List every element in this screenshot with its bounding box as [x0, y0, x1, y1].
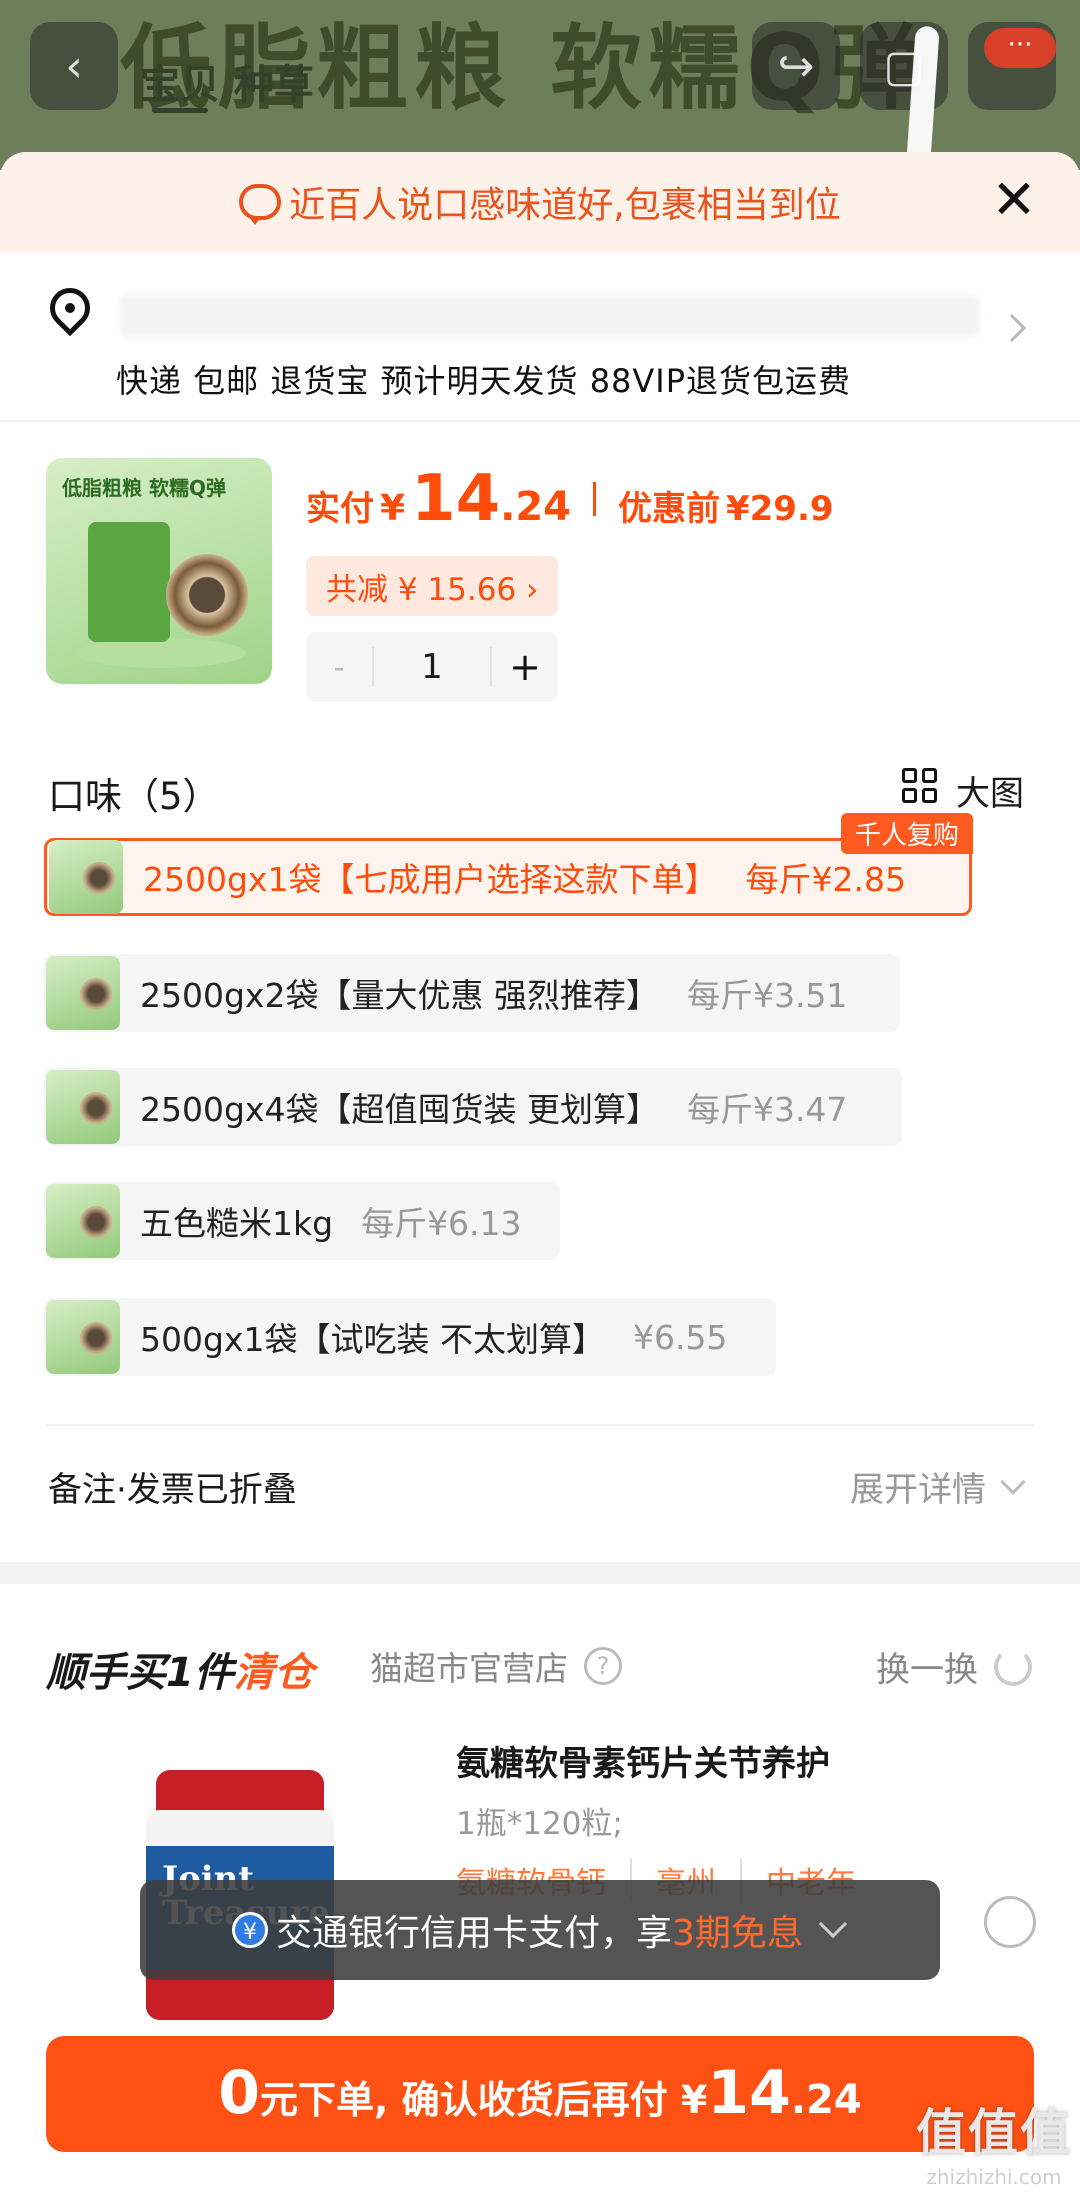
delivery-info: 快递 包邮 退货宝 预计明天发货 88VIP退货包运费: [116, 362, 852, 400]
option-name: 2500gx2袋【量大优惠 强烈推荐】: [140, 976, 659, 1015]
big-picture-toggle[interactable]: 大图: [956, 766, 1024, 815]
upsell-item-name[interactable]: 氨糖软骨素钙片关节养护: [456, 1736, 830, 1785]
option-thumbnail: [49, 840, 123, 914]
option-thumbnail: [46, 1300, 120, 1374]
option-name: 500gx1袋【试吃装 不太划算】: [140, 1320, 605, 1359]
chevron-right-icon: [997, 313, 1027, 343]
watermark-domain: zhizhizhi.com: [926, 2165, 1062, 2189]
close-icon[interactable]: ✕: [988, 173, 1040, 228]
quantity-stepper: - 1 +: [306, 632, 558, 702]
swap-label: 换一换: [876, 1650, 978, 1690]
chat-bubble-icon: [239, 184, 282, 225]
product-thumbnail[interactable]: 低脂粗粮 软糯Q弹: [46, 458, 272, 684]
price-separator: [592, 482, 596, 516]
cta-zero: 0: [218, 2058, 261, 2128]
notice-text: 近百人说口感味道好,包裹相当到位: [289, 185, 841, 226]
notice-bar: 近百人说口感味道好,包裹相当到位 ✕: [0, 152, 1080, 252]
option-name: 五色糙米1kg: [140, 1204, 334, 1243]
chevron-down-icon: [1000, 1468, 1026, 1495]
flavor-option[interactable]: 2500gx2袋【量大优惠 强烈推荐】 每斤¥3.51: [44, 954, 900, 1032]
upsell-title: 顺手买1件清仓: [46, 1640, 314, 1698]
thumbnail-bag: [88, 522, 170, 642]
expand-details-label: 展开详情: [850, 1470, 986, 1510]
flavor-option[interactable]: 2500gx4袋【超值囤货装 更划算】 每斤¥3.47: [44, 1068, 902, 1146]
background-tab: 宝贝 种草: [140, 62, 314, 108]
original-label: 优惠前: [617, 489, 720, 529]
expand-details-button[interactable]: 展开详情: [850, 1462, 1026, 1511]
original-price: ¥29.9: [725, 489, 834, 529]
more-badge: ···: [984, 28, 1056, 68]
chevron-down-icon: [818, 1909, 848, 1939]
upsell-select-radio[interactable]: [984, 1896, 1036, 1948]
watermark: 值值值 zhizhizhi.com: [916, 2093, 1072, 2189]
option-name: 2500gx4袋【超值囤货装 更划算】: [140, 1090, 659, 1129]
option-price: 每斤¥6.13: [361, 1204, 522, 1243]
toast-highlight: 3期免息: [672, 1913, 803, 1954]
help-icon[interactable]: ?: [584, 1647, 622, 1685]
cta-amount-dec: .24: [790, 2077, 862, 2123]
cta-text: 元下单, 确认收货后再付 ¥: [260, 2078, 708, 2122]
bank-card-icon: ¥: [232, 1912, 268, 1948]
share-icon: ↪: [752, 22, 840, 110]
payment-promo-toast[interactable]: ¥ 交通银行信用卡支付，享 3期免息: [140, 1880, 940, 1980]
background-tab-underline: [152, 108, 208, 113]
back-icon: ‹: [30, 22, 118, 110]
product-summary: 低脂粗粮 软糯Q弹 实付 ¥ 14 .24 优惠前 ¥29.9 共减 ¥ 15.…: [0, 422, 1080, 722]
flavor-option[interactable]: 2500gx1袋【七成用户选择这款下单】 每斤¥2.85 千人复购: [44, 813, 973, 916]
remark-label: 备注·发票已折叠: [48, 1470, 297, 1510]
repurchase-badge: 千人复购: [840, 813, 973, 854]
price-integer: 14: [411, 462, 501, 536]
option-name: 2500gx1袋【七成用户选择这款下单】: [143, 860, 718, 899]
option-price: 每斤¥2.85: [745, 860, 906, 899]
shop-name: 猫超市官营店 ?: [370, 1642, 622, 1690]
upsell-item-spec: 1瓶*120粒;: [456, 1806, 623, 1842]
increment-button[interactable]: +: [492, 645, 558, 689]
swap-button[interactable]: 换一换: [876, 1642, 1032, 1691]
pay-label: 实付: [306, 489, 374, 529]
section-gap: [0, 1562, 1080, 1584]
cta-amount-int: 14: [707, 2058, 791, 2128]
option-thumbnail: [46, 1070, 120, 1144]
option-price: 每斤¥3.51: [686, 976, 848, 1015]
price-line: 实付 ¥ 14 .24 优惠前 ¥29.9: [306, 462, 834, 536]
submit-order-button[interactable]: 0 元下单, 确认收货后再付 ¥ 14 .24: [46, 2036, 1034, 2152]
currency-symbol: ¥: [380, 488, 406, 529]
flavor-option[interactable]: 五色糙米1kg 每斤¥6.13: [44, 1182, 560, 1260]
grid-view-icon[interactable]: [902, 768, 938, 804]
toast-text: 交通银行信用卡支付，享: [276, 1913, 673, 1954]
thumbnail-bowl: [166, 554, 248, 636]
refresh-icon: [994, 1647, 1032, 1686]
thumbnail-title: 低脂粗粮 软糯Q弹: [62, 476, 226, 500]
option-price: 每斤¥3.47: [686, 1090, 848, 1129]
location-pin-icon: [41, 279, 99, 337]
flavor-option[interactable]: 500gx1袋【试吃装 不太划算】 ¥6.55: [44, 1298, 776, 1376]
discount-badge[interactable]: 共减 ¥ 15.66 ›: [306, 556, 559, 616]
address-row[interactable]: 快递 包邮 退货宝 预计明天发货 88VIP退货包运费: [0, 252, 1080, 422]
address-redacted: [120, 294, 980, 338]
shop-label: 猫超市官营店: [370, 1649, 568, 1688]
section-divider: [46, 1424, 1034, 1426]
thumbnail-base: [76, 638, 246, 668]
bottle-cap: [156, 1770, 324, 1814]
price-decimal: .24: [500, 484, 571, 530]
option-thumbnail: [46, 1184, 120, 1258]
option-thumbnail: [46, 956, 120, 1030]
watermark-brand: 值值值: [916, 2104, 1072, 2162]
flavor-title: 口味（5）: [48, 775, 220, 818]
quantity-value[interactable]: 1: [372, 647, 492, 687]
upsell-title-prefix: 顺手买1件: [46, 1650, 234, 1696]
upsell-title-highlight: 清仓: [233, 1650, 314, 1696]
option-price: ¥6.55: [632, 1317, 728, 1357]
decrement-button[interactable]: -: [306, 648, 372, 686]
